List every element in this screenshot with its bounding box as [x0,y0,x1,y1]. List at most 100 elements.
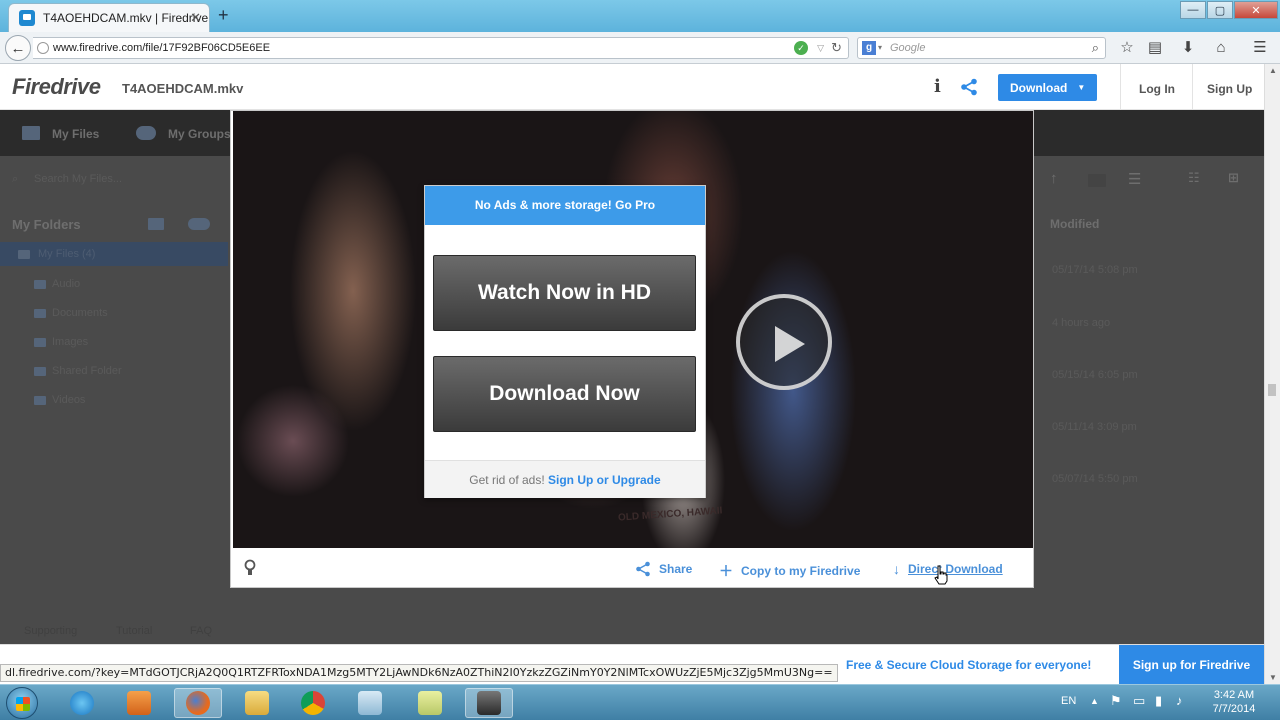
maximize-icon[interactable]: ▢ [1207,1,1233,19]
new-tab-icon[interactable]: + [218,5,229,26]
media-player-icon [127,691,151,715]
google-engine-icon[interactable]: g [862,41,876,55]
bg-modified-value: 05/17/14 5:08 pm [1052,264,1138,276]
bg-folder-item: Images [52,336,89,348]
watch-now-button[interactable]: Watch Now in HD [433,255,696,331]
menu-icon[interactable]: ☰ [1251,40,1269,56]
bg-folder-item: Shared Folder [52,365,122,377]
bg-footer-item: FAQ [190,625,213,637]
popup-header[interactable]: No Ads & more storage! Go Pro [425,186,705,225]
downloads-icon[interactable]: ⬇ [1179,40,1197,56]
promo-signup-button[interactable]: Sign up for Firedrive [1119,645,1264,685]
bg-modified-value: 05/15/14 6:05 pm [1052,369,1138,381]
arrow-down-icon: ↓ [893,561,900,577]
scroll-up-icon[interactable]: ▲ [1269,66,1277,75]
chrome-icon [301,691,325,715]
new-folder-icon [148,218,164,230]
folder-icon [34,338,46,347]
bg-folder-item: My Files (4) [38,248,96,260]
taskbar-ie[interactable] [58,688,106,718]
start-button[interactable] [6,687,38,719]
ad-popup: No Ads & more storage! Go Pro Watch Now … [424,185,706,498]
bg-list-icon: ☰ [1128,171,1142,188]
video-player[interactable]: OLD MEXICO, HAWAII No Ads & more storage… [233,111,1033,548]
bg-search-icon: ⌕ [12,173,19,185]
download-now-button[interactable]: Download Now [433,356,696,432]
lightbulb-icon[interactable] [243,559,257,577]
browser-tab[interactable]: T4AOEHDCAM.mkv | Firedrive ✕ [8,3,210,32]
file-name: T4AOEHDCAM.mkv [122,81,244,96]
ie-icon [70,691,94,715]
taskbar-chrome[interactable] [289,688,337,718]
promo-text: Free & Secure Cloud Storage for everyone… [846,658,1092,672]
play-icon[interactable] [736,294,832,390]
volume-icon[interactable]: ♪ [1176,693,1183,708]
bg-footer-item: Tutorial [116,625,153,637]
scroll-down-icon[interactable]: ▼ [1269,673,1277,682]
signup-upgrade-link[interactable]: Sign Up or Upgrade [548,473,661,487]
download-button[interactable]: Download ▼ [998,74,1097,101]
popup-footer: Get rid of ads! Sign Up or Upgrade [425,460,705,498]
status-url: dl.firedrive.com/?key=MTdGOTJCRjA2Q0Q1RT… [0,664,838,682]
taskbar-clock[interactable]: 3:42 AM 7/7/2014 [1198,688,1270,716]
minimize-icon[interactable]: — [1180,1,1206,19]
share-folder-icon [188,218,210,230]
copy-label: Copy to my Firedrive [741,564,861,578]
taskbar-firefox[interactable] [174,688,222,718]
tray-expand-icon[interactable]: ▲ [1090,696,1099,706]
bg-list-view-icon: ☷ [1188,170,1200,185]
clock-time: 3:42 AM [1213,689,1255,701]
firefox-icon [186,691,210,715]
firedrive-logo[interactable]: Firedrive [12,76,101,98]
search-placeholder: Google [890,42,926,54]
home-icon[interactable]: ⌂ [1212,40,1230,56]
signup-link[interactable]: Sign Up [1207,82,1252,96]
taskbar-explorer[interactable] [233,688,281,718]
search-bar[interactable]: g ▾ Google ⌕ [857,37,1106,59]
clock-date: 7/7/2014 [1212,703,1256,715]
window-close-icon[interactable]: ✕ [1234,1,1278,19]
address-bar[interactable]: www.firedrive.com/file/17F92BF06CD5E6EE … [33,37,849,59]
back-arrow-icon[interactable]: ← [5,35,31,61]
tab-title: T4AOEHDCAM.mkv | Firedrive [43,11,209,25]
bg-footer-item: Supporting [24,625,78,637]
tray-monitor-icon[interactable]: ▭ [1133,693,1145,709]
bg-folder-item: Documents [52,307,108,319]
search-icon[interactable]: ⌕ [1092,38,1099,58]
share-icon[interactable] [960,78,978,96]
caret-down-icon: ▼ [1077,83,1086,92]
bg-selected-row [0,242,228,266]
tray-action-icon[interactable]: ⚑ [1110,693,1122,709]
page-scrollbar[interactable]: ▲ ▼ [1264,64,1280,684]
windows-taskbar: EN ▲ ⚑ ▭ ▮ ♪ 3:42 AM 7/7/2014 [0,684,1280,720]
folder-icon [18,250,30,259]
engine-dropdown-icon[interactable]: ▾ [878,38,882,58]
group-icon [136,126,156,140]
info-icon[interactable]: i [934,76,941,97]
site-header: Firedrive T4AOEHDCAM.mkv i Download ▼ Lo… [0,64,1264,110]
history-dropdown-icon[interactable]: ▽ [817,38,824,58]
network-signal-icon[interactable]: ▮ [1155,693,1162,709]
scroll-thumb[interactable] [1268,384,1276,396]
bg-nav-my-files: My Files [52,127,100,141]
login-link[interactable]: Log In [1139,82,1175,96]
bookmarks-list-icon[interactable]: ▤ [1146,40,1164,56]
taskbar-recorder[interactable] [465,688,513,718]
bg-nav-my-groups: My Groups [168,127,231,141]
bg-modified-value: 4 hours ago [1052,317,1111,329]
reload-icon[interactable]: ↻ [831,38,842,58]
taskbar-media-player[interactable] [115,688,163,718]
taskbar-app-window[interactable] [346,688,394,718]
bg-upload-icon: ↑ [1050,170,1058,187]
share-icon [636,561,650,577]
bookmark-star-icon[interactable]: ☆ [1118,40,1136,56]
direct-download-label: Direct Download [908,562,1003,576]
share-action[interactable]: Share [635,561,692,577]
copy-action[interactable]: ＋ Copy to my Firedrive [719,561,860,581]
folder-explorer-icon [245,691,269,715]
tab-close-icon[interactable]: ✕ [190,10,201,26]
bg-folders-title: My Folders [12,217,81,232]
folder-icon [22,126,40,140]
taskbar-notes[interactable] [406,688,454,718]
language-indicator[interactable]: EN [1061,695,1076,707]
